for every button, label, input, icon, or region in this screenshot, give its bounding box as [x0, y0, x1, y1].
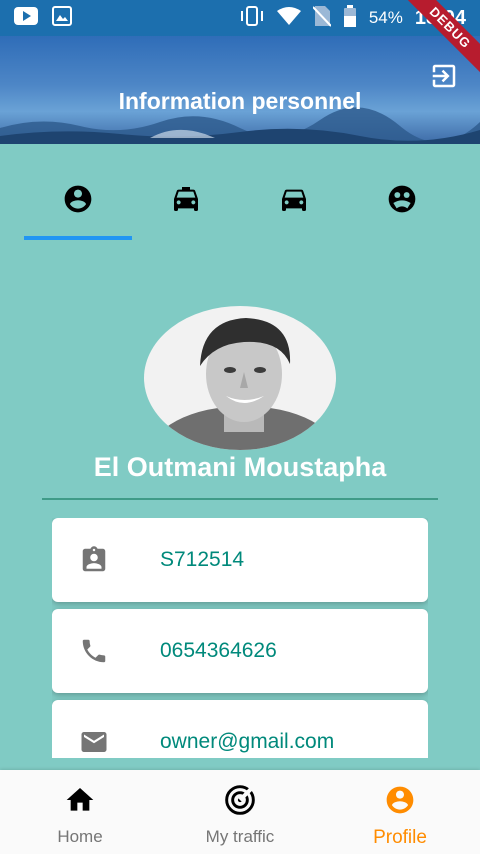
no-sim-icon: [312, 5, 332, 32]
email-icon: [78, 726, 110, 758]
clock: 18:04: [414, 6, 466, 29]
tab-personal-info[interactable]: [24, 162, 132, 240]
home-icon: [64, 784, 96, 821]
status-left: [14, 5, 72, 31]
avatar: [144, 306, 336, 450]
page-title: Information personnel: [118, 88, 362, 114]
phone-value: 0654364626: [160, 639, 277, 662]
nav-profile-label: Profile: [373, 827, 427, 848]
info-card-list: S712514 0654364626 owner@gmail.com: [52, 518, 428, 758]
taxi-icon: [170, 183, 202, 220]
battery-icon: [343, 4, 357, 32]
nav-profile[interactable]: Profile: [320, 770, 480, 854]
status-right: 54% 18:04: [239, 4, 466, 32]
battery-percent: 54%: [368, 8, 403, 27]
tab-face[interactable]: [348, 162, 456, 240]
vibrate-icon: [239, 5, 265, 31]
info-card-email: owner@gmail.com: [52, 700, 428, 758]
email-value: owner@gmail.com: [160, 730, 335, 753]
radar-icon: [224, 784, 256, 821]
status-bar: 54% 18:04: [0, 0, 480, 36]
logout-button[interactable]: [428, 62, 460, 94]
tab-bar: [24, 162, 456, 242]
phone-icon: [78, 635, 110, 667]
profile-name: El Outmani Moustapha: [93, 452, 387, 482]
wifi-icon: [276, 6, 301, 30]
logout-icon: [429, 61, 459, 96]
id-value: S712514: [160, 548, 245, 571]
image-icon: [52, 5, 72, 31]
youtube-icon: [14, 6, 38, 30]
info-card-phone: 0654364626: [52, 609, 428, 693]
info-card-id: S712514: [52, 518, 428, 602]
tab-taxi[interactable]: [132, 162, 240, 240]
nav-my-traffic[interactable]: My traffic: [160, 770, 320, 854]
face-icon: [386, 183, 418, 220]
nav-my-traffic-label: My traffic: [205, 827, 275, 846]
id-badge-icon: [78, 544, 110, 576]
tab-car[interactable]: [240, 162, 348, 240]
divider: [42, 498, 438, 500]
bottom-navigation: Home My traffic Profile: [0, 770, 480, 854]
account-circle-icon: [62, 183, 94, 220]
nav-home[interactable]: Home: [0, 770, 160, 854]
car-icon: [278, 183, 310, 220]
account-circle-icon: [384, 784, 416, 821]
app-bar: Information personnel: [0, 36, 480, 144]
nav-home-label: Home: [57, 827, 103, 846]
